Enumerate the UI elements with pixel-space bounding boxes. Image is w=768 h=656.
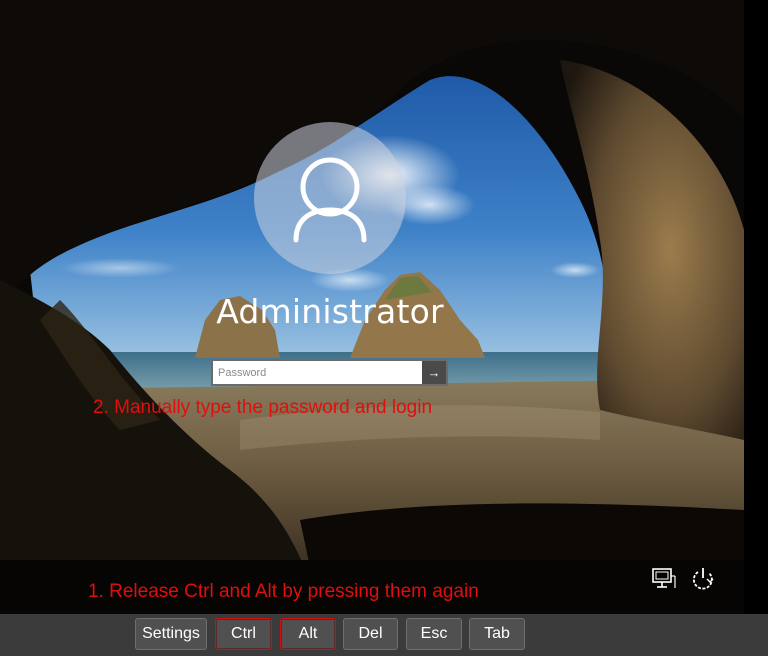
network-icon[interactable]	[651, 566, 677, 592]
arrow-right-icon: →	[427, 365, 441, 380]
password-box: →	[211, 359, 448, 386]
submit-button[interactable]: →	[422, 361, 446, 384]
user-avatar	[254, 122, 406, 274]
username-label: Administrator	[216, 292, 444, 331]
password-field[interactable]	[213, 361, 422, 384]
esc-key-button[interactable]: Esc	[406, 618, 462, 650]
del-key-button[interactable]: Del	[343, 618, 398, 650]
tab-key-button[interactable]: Tab	[469, 618, 525, 650]
settings-key-button[interactable]: Settings	[135, 618, 207, 650]
power-icon[interactable]	[690, 565, 716, 591]
ctrl-key-button[interactable]: Ctrl	[215, 618, 272, 650]
annotation-step-1: 1. Release Ctrl and Alt by pressing them…	[88, 581, 479, 602]
annotation-step-2: 2. Manually type the password and login	[93, 397, 433, 418]
alt-key-button[interactable]: Alt	[280, 618, 336, 650]
virtual-keybar: Settings Ctrl Alt Del Esc Tab	[0, 614, 768, 656]
user-icon	[293, 157, 367, 243]
screen-edge	[744, 0, 768, 614]
